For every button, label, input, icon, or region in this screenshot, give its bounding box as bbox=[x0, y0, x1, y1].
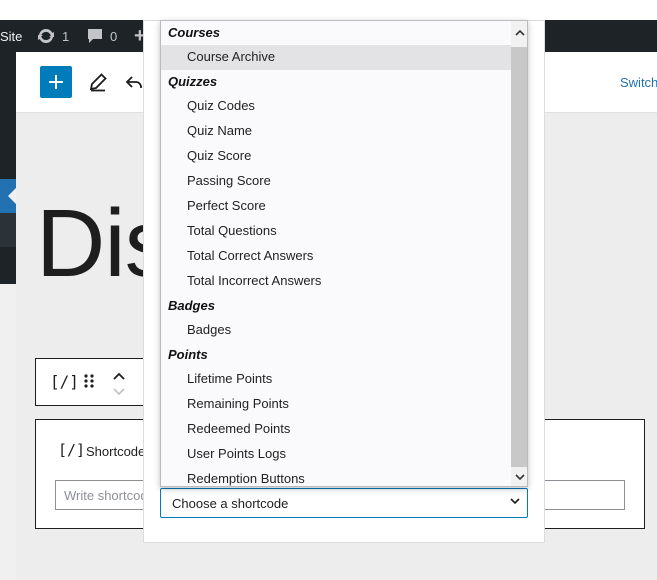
dropdown-option[interactable]: Redemption Buttons bbox=[161, 467, 511, 486]
sidebar-lower-area bbox=[0, 284, 16, 580]
shortcode-block-label: Shortcode bbox=[86, 444, 146, 459]
drag-handle-icon[interactable] bbox=[82, 372, 96, 395]
dropdown-option[interactable]: Remaining Points bbox=[161, 392, 511, 417]
shortcode-icon[interactable]: [/] bbox=[50, 372, 79, 391]
sidebar-current-arrow-icon bbox=[8, 188, 16, 204]
shortcode-block-icon: [/] bbox=[58, 441, 86, 459]
undo-icon bbox=[125, 76, 142, 88]
updates-link[interactable]: 1 bbox=[36, 20, 69, 52]
dropdown-option[interactable]: Lifetime Points bbox=[161, 367, 511, 392]
dropdown-option[interactable]: Passing Score bbox=[161, 169, 511, 194]
dropdown-group-label: Points bbox=[168, 347, 208, 362]
refresh-icon bbox=[38, 29, 54, 43]
plus-icon bbox=[49, 75, 63, 89]
scroll-down-arrow-icon[interactable] bbox=[515, 470, 525, 484]
comment-icon bbox=[88, 29, 102, 43]
dropdown-option[interactable]: Redeemed Points bbox=[161, 417, 511, 442]
shortcode-select[interactable]: Choose a shortcode bbox=[160, 488, 528, 518]
dropdown-option[interactable]: Total Correct Answers bbox=[161, 244, 511, 269]
shortcode-dropdown-list: Courses Course Archive Quizzes Quiz Codes Qu… bbox=[160, 20, 528, 487]
dropdown-option[interactable]: Quiz Name bbox=[161, 119, 511, 144]
comments-count: 0 bbox=[110, 28, 118, 44]
shortcode-select-value: Choose a shortcode bbox=[172, 496, 289, 511]
dropdown-group-label: Badges bbox=[168, 298, 215, 313]
site-label: Site bbox=[0, 28, 23, 44]
browser-top-strip bbox=[0, 0, 657, 20]
comments-link[interactable]: 0 bbox=[86, 20, 117, 52]
dropdown-option[interactable]: Badges bbox=[161, 318, 511, 343]
scroll-up-arrow-icon[interactable] bbox=[515, 26, 525, 40]
dropdown-option[interactable]: Quiz Codes bbox=[161, 94, 511, 119]
dropdown-options: Courses Course Archive Quizzes Quiz Codes Qu… bbox=[161, 21, 511, 486]
dropdown-group-label: Quizzes bbox=[168, 74, 218, 89]
site-link[interactable]: Site bbox=[0, 20, 22, 52]
switch-link[interactable]: Switch bbox=[620, 75, 657, 90]
tools-button[interactable] bbox=[82, 66, 114, 98]
add-block-button[interactable] bbox=[40, 66, 72, 98]
chevron-down-icon bbox=[509, 494, 521, 509]
updates-count: 1 bbox=[62, 28, 70, 44]
dropdown-option[interactable]: Quiz Score bbox=[161, 144, 511, 169]
dropdown-option[interactable]: Perfect Score bbox=[161, 194, 511, 219]
dropdown-option[interactable]: Total Questions bbox=[161, 219, 511, 244]
dropdown-option[interactable]: Course Archive bbox=[161, 45, 511, 70]
dropdown-option[interactable]: Total Incorrect Answers bbox=[161, 269, 511, 294]
dropdown-scrollbar-thumb[interactable] bbox=[511, 47, 527, 467]
sidebar-item[interactable] bbox=[0, 213, 16, 247]
dropdown-group-label: Courses bbox=[168, 25, 221, 40]
pencil-icon bbox=[89, 73, 107, 92]
move-down-icon[interactable] bbox=[112, 384, 126, 402]
dropdown-option[interactable]: User Points Logs bbox=[161, 442, 511, 467]
